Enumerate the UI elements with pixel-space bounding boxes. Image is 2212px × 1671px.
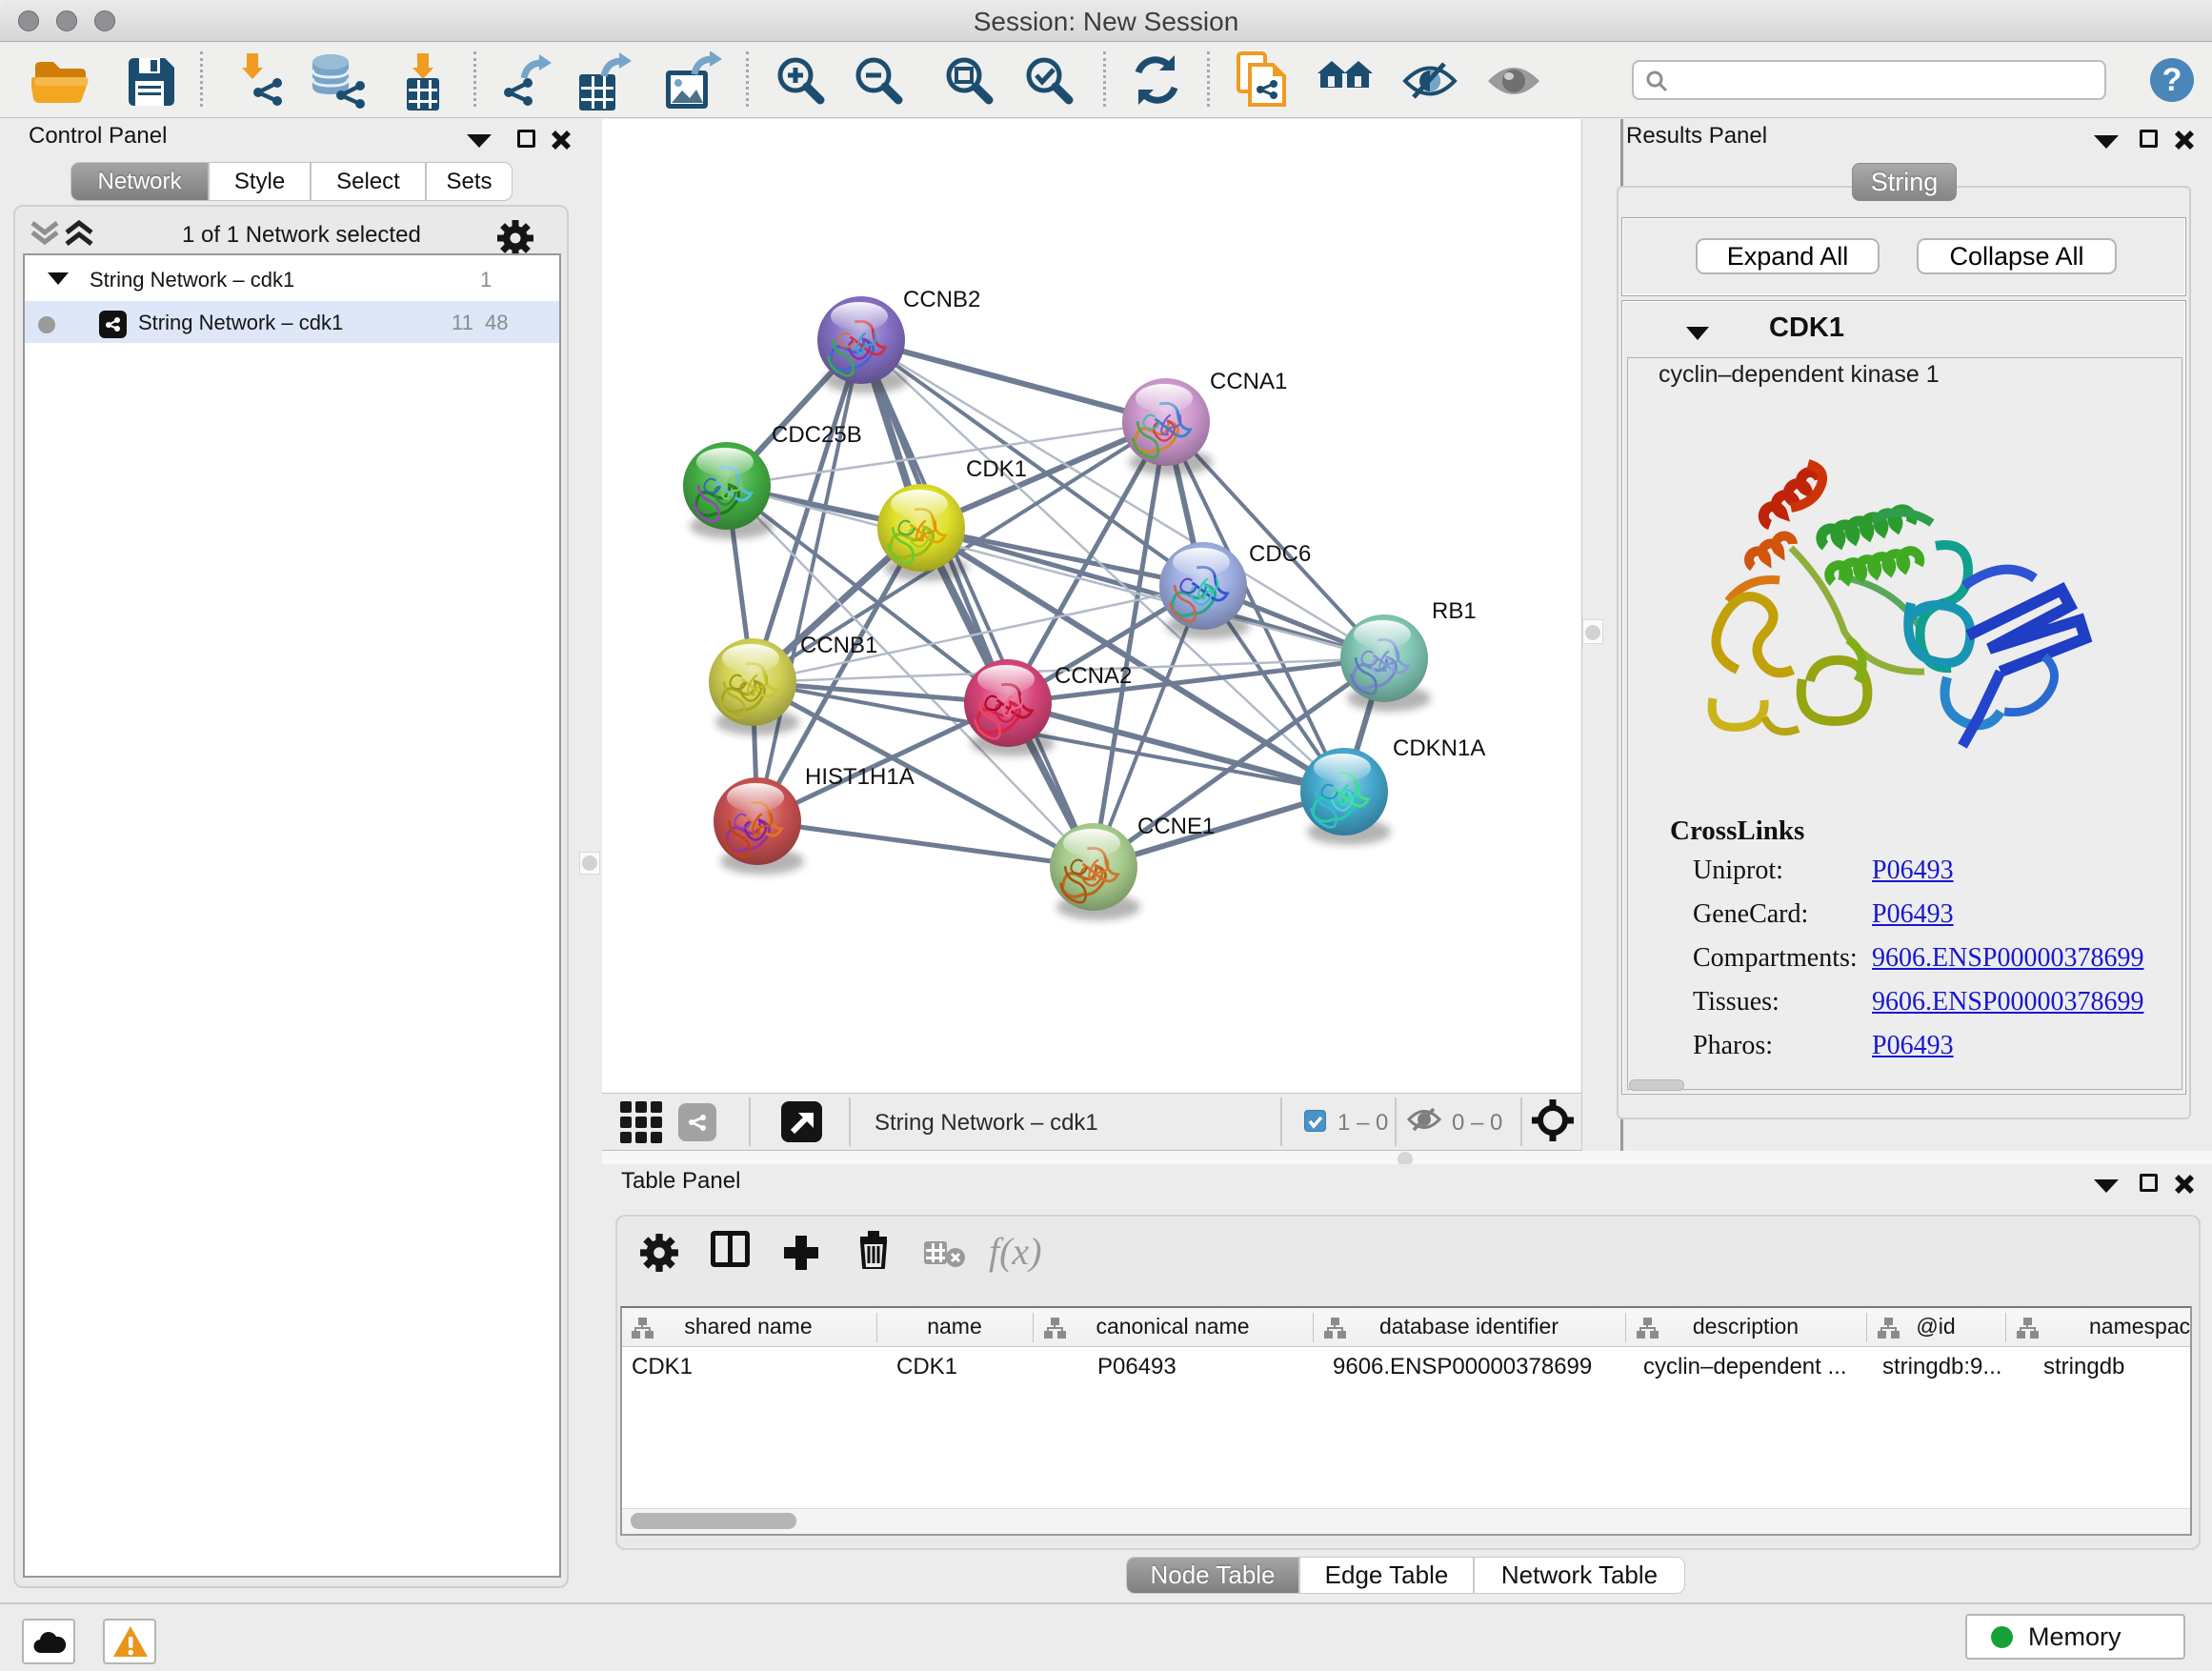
svg-text:CDC25B: CDC25B [772, 422, 862, 448]
svg-text:CDC6: CDC6 [1249, 541, 1311, 567]
svg-text:CCNA2: CCNA2 [1055, 663, 1132, 689]
svg-text:CCNB1: CCNB1 [800, 633, 877, 658]
svg-text:RB1: RB1 [1432, 598, 1477, 624]
svg-text:CCNB2: CCNB2 [903, 287, 980, 312]
svg-text:CCNE1: CCNE1 [1137, 814, 1215, 839]
svg-text:CCNA1: CCNA1 [1210, 369, 1287, 394]
svg-text:CDKN1A: CDKN1A [1393, 735, 1485, 761]
svg-text:HIST1H1A: HIST1H1A [805, 764, 915, 790]
svg-text:CDK1: CDK1 [966, 456, 1027, 482]
